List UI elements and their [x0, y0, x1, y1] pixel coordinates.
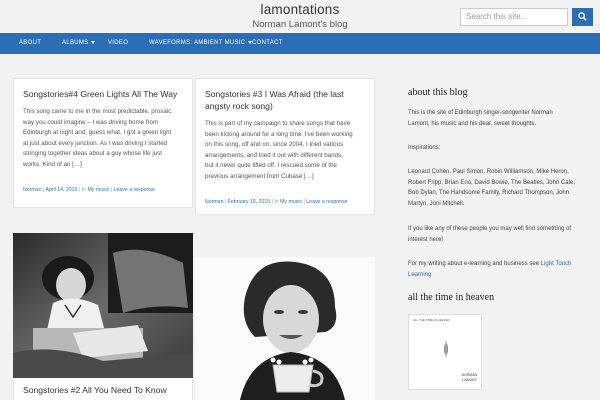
album-cover-artist: NORMAN LAMONT	[461, 373, 477, 383]
post-comment-link[interactable]: Leave a response	[306, 199, 347, 205]
nav-item-albums[interactable]: ALBUMS	[62, 40, 96, 46]
writing-label: For my writing about e-learning and busi…	[408, 261, 540, 267]
post-title[interactable]: Songstories #3 I Was Afraid (the last an…	[205, 88, 373, 112]
category-prefix: In	[81, 187, 87, 193]
chevron-down-icon	[91, 40, 96, 44]
post-card: Songstories#4 Green Lights All The Way T…	[13, 78, 193, 208]
vintage-photo-image	[13, 233, 193, 378]
excerpt-line: arrangements, and tried it out with diff…	[205, 151, 343, 159]
text-line: Bob Dylan, The Handsome Family, Richard …	[408, 190, 570, 197]
excerpt-line: way you could imagine – I was driving ho…	[23, 118, 159, 126]
text-line: Martyn, Joni Mitchell.	[408, 200, 465, 207]
main-nav: ABOUT ALBUMS VIDEO WAVEFORMS: AMBIENT MU…	[0, 33, 600, 54]
text-line: LAMONT	[462, 378, 477, 382]
post-title[interactable]: Songstories#4 Green Lights All The Way	[23, 88, 177, 100]
post-title[interactable]: Songstories #2 All You Need To Know	[23, 384, 167, 396]
post-excerpt: This is part of my campaign to share son…	[205, 119, 373, 182]
post-title-line: angsty rock song)	[205, 101, 273, 111]
excerpt-line: Edinburgh at night and, guess what, I go…	[23, 129, 172, 136]
post-category[interactable]: My music	[280, 199, 302, 205]
text-line: Lamont, his music and his dear, sweet th…	[408, 120, 537, 127]
search-icon	[578, 12, 587, 21]
album-cover[interactable]: ALL THE TIME IN HEAVEN NORMAN LAMONT	[408, 314, 482, 390]
nav-item-waveforms[interactable]: WAVEFORMS: AMBIENT MUSIC	[149, 40, 253, 46]
excerpt-line: This song came to me in the most predict…	[23, 108, 172, 115]
post-date[interactable]: February 19, 2015	[228, 199, 270, 205]
nav-item-label: WAVEFORMS: AMBIENT MUSIC	[149, 40, 246, 46]
post-date[interactable]: April 14, 2015	[45, 187, 77, 193]
text-line: Robert Fripp, Brian Eno, David Bowie, Th…	[408, 179, 575, 186]
excerpt-line: works. Kind of an […]	[23, 160, 82, 168]
text-line: If you like any of these people you may …	[408, 226, 572, 232]
nav-item-contact[interactable]: CONTACT	[252, 40, 283, 46]
post-thumbnail[interactable]	[195, 257, 375, 400]
excerpt-line: This is part of my campaign to share son…	[205, 120, 351, 127]
post-author[interactable]: Norman	[205, 199, 223, 205]
text-line: Leonard Cohen, Paul Simon, Robin William…	[408, 169, 569, 175]
post-excerpt: This song came to me in the most predict…	[23, 107, 191, 170]
excerpt-line: on this song, off and on, since 2004. I …	[205, 141, 344, 148]
post-category[interactable]: My music	[87, 187, 109, 193]
post-card: Songstories #2 All You Need To Know	[13, 378, 193, 400]
nav-item-about[interactable]: ABOUT	[19, 40, 41, 46]
writing-text: For my writing about e-learning and busi…	[408, 259, 588, 280]
text-line: interest here!	[408, 236, 444, 243]
inspirations-label: Inspirations:	[408, 145, 441, 151]
post-meta: Norman | February 19, 2015 | In My music…	[205, 199, 348, 205]
search-button[interactable]	[572, 8, 593, 26]
post-card: Songstories #3 I Was Afraid (the last an…	[195, 78, 375, 215]
text-line: This is the site of Edinburgh singer-son…	[408, 110, 553, 116]
nav-item-video[interactable]: VIDEO	[108, 40, 128, 46]
light-touch-learning-link[interactable]: Learning	[408, 270, 588, 281]
site-header: lamontations Norman Lamont's blog Search…	[0, 0, 600, 33]
retro-woman-image	[195, 257, 375, 400]
sidebar-heading-about: about this blog	[408, 87, 468, 98]
post-thumbnail[interactable]	[13, 233, 193, 378]
about-text: This is the site of Edinburgh singer-son…	[408, 108, 588, 129]
category-prefix: In	[274, 199, 279, 205]
excerpt-line: at just about every junction. As I was d…	[23, 139, 168, 147]
excerpt-line: but it never quite lifted off. I rescued…	[205, 162, 337, 169]
post-title-line: Songstories #3 I Was Afraid (the last	[205, 89, 344, 99]
nav-item-label: ALBUMS	[62, 40, 89, 46]
search-input[interactable]: Search this site...	[460, 8, 568, 26]
excerpt-line: previous arrangement from Cubase […]	[205, 172, 314, 180]
post-meta: Norman | April 14, 2015 | In My music | …	[23, 187, 155, 193]
sidebar-heading-album: all the time in heaven	[408, 292, 495, 303]
inspirations-list: Leonard Cohen, Paul Simon, Robin William…	[408, 167, 588, 209]
like-text: If you like any of these people you may …	[408, 224, 588, 245]
excerpt-line: stringing together ideas about a guy who…	[23, 150, 162, 157]
light-touch-learning-link[interactable]: Light Touch	[541, 261, 572, 267]
post-author[interactable]: Norman	[23, 187, 41, 193]
post-comment-link[interactable]: Leave a response	[114, 187, 155, 193]
excerpt-line: been kicking around for a long time. I'v…	[205, 130, 353, 138]
